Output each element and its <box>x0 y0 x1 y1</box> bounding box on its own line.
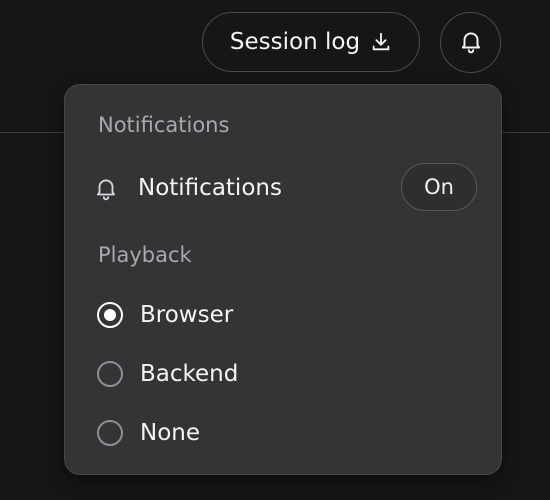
session-log-button[interactable]: Session log <box>202 12 420 72</box>
playback-option-none[interactable]: None <box>97 411 457 455</box>
notifications-toggle[interactable]: On <box>401 163 477 211</box>
playback-option-backend[interactable]: Backend <box>97 352 457 396</box>
notifications-row-label: Notifications <box>138 175 282 201</box>
settings-dropdown-panel: Notifications Notifications On Playback … <box>64 84 502 475</box>
radio-unselected-indicator[interactable] <box>97 361 123 387</box>
notifications-row: Notifications On <box>91 163 477 213</box>
playback-option-label: Browser <box>140 302 234 328</box>
bell-icon <box>458 28 484 58</box>
download-icon <box>370 31 392 53</box>
notifications-section-heading: Notifications <box>98 113 230 137</box>
bell-outline-icon <box>91 173 121 203</box>
playback-option-label: Backend <box>140 361 239 387</box>
playback-option-browser[interactable]: Browser <box>97 293 457 337</box>
radio-unselected-indicator[interactable] <box>97 420 123 446</box>
playback-section-heading: Playback <box>98 243 192 267</box>
radio-selected-indicator[interactable] <box>97 302 123 328</box>
app-stage: Session log Notifications Notifications … <box>0 0 550 500</box>
playback-option-label: None <box>140 420 201 446</box>
notifications-bell-button[interactable] <box>440 12 501 73</box>
session-log-label: Session log <box>229 29 361 55</box>
